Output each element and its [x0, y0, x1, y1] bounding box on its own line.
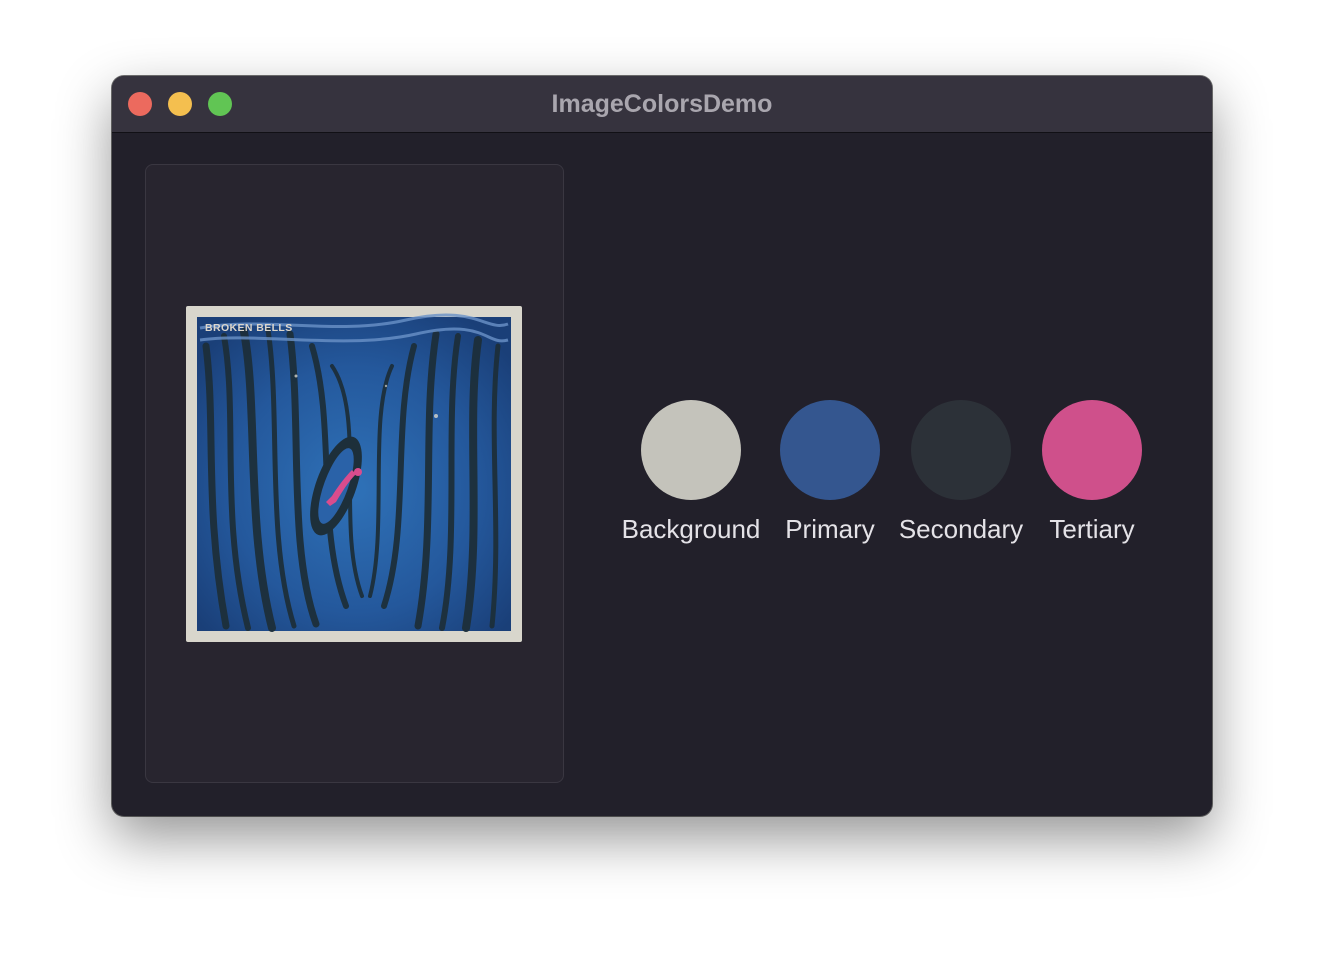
- image-panel: BROKEN BELLS: [145, 164, 564, 783]
- album-artwork: [186, 306, 522, 642]
- album-cover-image: BROKEN BELLS: [186, 306, 522, 642]
- window-title: ImageColorsDemo: [551, 90, 773, 118]
- swatch-tertiary-circle: [1042, 400, 1142, 500]
- swatch-tertiary-label: Tertiary: [1049, 514, 1135, 544]
- swatch-primary-circle: [780, 400, 880, 500]
- swatch-background-circle: [641, 400, 741, 500]
- title-bar[interactable]: ImageColorsDemo: [112, 76, 1212, 133]
- swatch-secondary-circle: [911, 400, 1011, 500]
- album-title-text: BROKEN BELLS: [205, 322, 293, 334]
- app-window: ImageColorsDemo BROKEN BELLS Background …: [112, 76, 1212, 816]
